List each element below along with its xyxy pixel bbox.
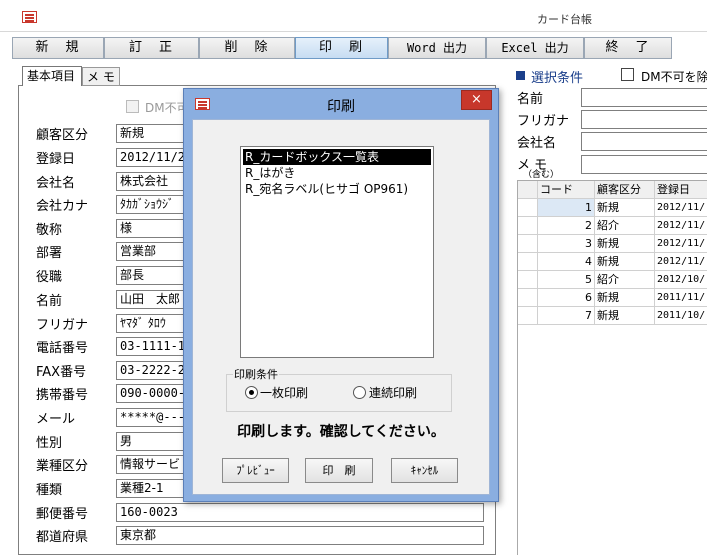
close-icon[interactable]: × [461, 90, 492, 110]
field-label: 性別 [36, 436, 63, 451]
cancel-button[interactable]: ｷｬﾝｾﾙ [391, 458, 458, 483]
grid-cell-type[interactable]: 紹介 [595, 271, 655, 289]
row-selector[interactable] [518, 307, 538, 325]
dm-exclude-checkbox[interactable] [621, 68, 634, 81]
report-item[interactable]: R_カードボックス一覧表 [243, 149, 431, 165]
field-label: 都道府県 [36, 530, 89, 545]
continuous-print-radio[interactable] [353, 386, 366, 399]
field-label: メール [36, 412, 76, 427]
grid-header-type[interactable]: 顧客区分 [595, 181, 655, 199]
print-condition-label: 印刷条件 [233, 366, 279, 382]
print-button[interactable]: 印 刷 [295, 37, 388, 59]
continuous-print-label[interactable]: 連続印刷 [369, 384, 417, 401]
dialog-print-button[interactable]: 印 刷 [305, 458, 373, 483]
prefecture-field[interactable]: 東京都 [116, 526, 484, 545]
grid-cell-code[interactable]: 2 [538, 217, 595, 235]
field-label: 役職 [36, 270, 63, 285]
customer-grid: コード 顧客区分 登録日 1 新規 2012/11/ 2 紹介 2012/11/… [517, 180, 707, 555]
preview-button[interactable]: ﾌﾟﾚﾋﾞｭｰ [222, 458, 289, 483]
grid-cell-type[interactable]: 新規 [595, 307, 655, 325]
single-print-label[interactable]: 一枚印刷 [260, 384, 308, 401]
excel-export-button[interactable]: Excel 出力 [486, 37, 584, 59]
title-bar [0, 0, 707, 32]
row-selector[interactable] [518, 271, 538, 289]
field-label: 会社名 [36, 176, 76, 191]
grid-cell-date[interactable]: 2011/11/ [655, 289, 707, 307]
window-title: カード台帳 [537, 13, 592, 26]
delete-button[interactable]: 削 除 [199, 37, 295, 59]
filter-name-label: 名前 [517, 92, 544, 107]
dm-exclude-label: DM不可を除 [641, 70, 707, 84]
grid-cell-code[interactable]: 3 [538, 235, 595, 253]
row-selector[interactable] [518, 199, 538, 217]
field-label: 部署 [36, 246, 63, 261]
filter-memo-input[interactable] [581, 155, 707, 174]
report-item[interactable]: R_宛名ラベル(ヒサゴ OP961) [243, 181, 431, 197]
field-label: 携帯番号 [36, 388, 89, 403]
field-label: 会社カナ [36, 199, 89, 214]
app-icon [22, 11, 37, 23]
edit-button[interactable]: 訂 正 [104, 37, 199, 59]
grid-cell-type[interactable]: 新規 [595, 289, 655, 307]
field-label: 郵便番号 [36, 507, 89, 522]
filter-name-input[interactable] [581, 88, 707, 107]
grid-cell-code[interactable]: 5 [538, 271, 595, 289]
grid-cell-type[interactable]: 紹介 [595, 217, 655, 235]
dialog-title: 印刷 [327, 99, 355, 115]
confirm-message: 印刷します。確認してください。 [237, 424, 445, 440]
grid-cell-code[interactable]: 7 [538, 307, 595, 325]
postal-code-field[interactable]: 160-0023 [116, 503, 484, 522]
row-selector[interactable] [518, 235, 538, 253]
grid-cell-date[interactable]: 2011/10/ [655, 307, 707, 325]
row-selector[interactable] [518, 253, 538, 271]
grid-cell-type[interactable]: 新規 [595, 235, 655, 253]
dm-disabled-checkbox[interactable] [126, 100, 139, 113]
field-label: 種類 [36, 483, 63, 498]
grid-cell-code[interactable]: 6 [538, 289, 595, 307]
grid-cell-code[interactable]: 1 [538, 199, 595, 217]
word-export-button[interactable]: Word 出力 [388, 37, 486, 59]
new-button[interactable]: 新 規 [12, 37, 104, 59]
grid-cell-date[interactable]: 2012/11/ [655, 253, 707, 271]
filter-memo-note: （含む） [523, 170, 560, 180]
selection-title: 選択条件 [531, 71, 584, 86]
grid-cell-date[interactable]: 2012/11/ [655, 217, 707, 235]
grid-cell-code[interactable]: 4 [538, 253, 595, 271]
field-label: フリガナ [36, 318, 89, 333]
row-selector[interactable] [518, 217, 538, 235]
filter-company-input[interactable] [581, 132, 707, 151]
field-label: FAX番号 [36, 365, 87, 380]
row-selector[interactable] [518, 289, 538, 307]
tab-memo[interactable]: メ モ [82, 67, 120, 86]
grid-cell-date[interactable]: 2012/10/ [655, 271, 707, 289]
filter-company-label: 会社名 [517, 136, 557, 151]
grid-select-all[interactable] [518, 181, 538, 199]
field-label: 登録日 [36, 152, 76, 167]
exit-button[interactable]: 終 了 [584, 37, 672, 59]
grid-header-date[interactable]: 登録日 [655, 181, 707, 199]
grid-cell-type[interactable]: 新規 [595, 199, 655, 217]
field-label: 電話番号 [36, 341, 89, 356]
field-label: 顧客区分 [36, 128, 89, 143]
field-label: 敬称 [36, 223, 63, 238]
grid-cell-date[interactable]: 2012/11/ [655, 235, 707, 253]
field-label: 業種区分 [36, 459, 89, 474]
report-list[interactable]: R_カードボックス一覧表 R_はがき R_宛名ラベル(ヒサゴ OP961) [240, 146, 434, 358]
grid-cell-date[interactable]: 2012/11/ [655, 199, 707, 217]
filter-furigana-label: フリガナ [517, 114, 570, 129]
single-print-radio[interactable] [245, 386, 258, 399]
field-label: 名前 [36, 294, 63, 309]
grid-header-code[interactable]: コード [538, 181, 595, 199]
selection-marker-icon [516, 71, 525, 80]
report-item[interactable]: R_はがき [243, 165, 431, 181]
tab-basic-info[interactable]: 基本項目 [22, 66, 82, 86]
grid-cell-type[interactable]: 新規 [595, 253, 655, 271]
filter-furigana-input[interactable] [581, 110, 707, 129]
